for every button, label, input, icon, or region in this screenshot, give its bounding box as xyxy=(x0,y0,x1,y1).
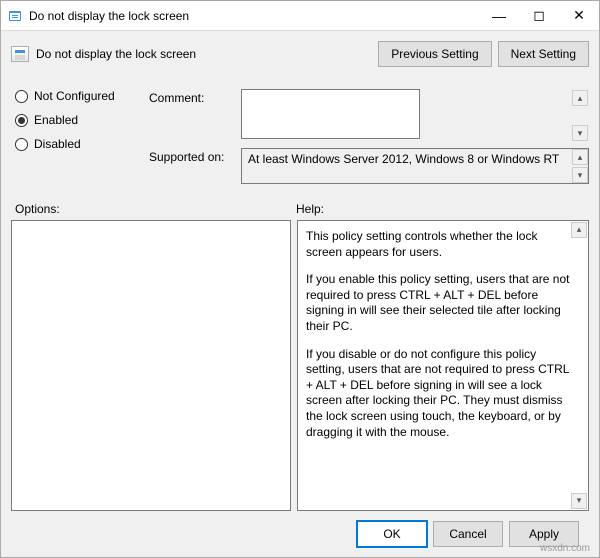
radio-label: Disabled xyxy=(34,137,81,151)
footer-buttons: OK Cancel Apply xyxy=(11,511,589,557)
app-icon xyxy=(7,8,23,24)
window-title: Do not display the lock screen xyxy=(29,9,479,23)
header-row: Do not display the lock screen Previous … xyxy=(11,41,589,67)
help-panel: This policy setting controls whether the… xyxy=(297,220,589,511)
scroll-down-icon[interactable]: ▾ xyxy=(572,125,588,141)
fields-column: Comment: ▴ ▾ Supported on: At least Wind… xyxy=(149,89,589,190)
maximize-button[interactable]: ◻ xyxy=(519,1,559,31)
help-label: Help: xyxy=(296,202,589,216)
radio-group: Not Configured Enabled Disabled xyxy=(11,89,141,190)
next-setting-button[interactable]: Next Setting xyxy=(498,41,589,67)
cancel-button[interactable]: Cancel xyxy=(433,521,503,547)
supported-on-value: At least Windows Server 2012, Windows 8 … xyxy=(241,148,589,184)
titlebar: Do not display the lock screen — ◻ ✕ xyxy=(1,1,599,31)
close-button[interactable]: ✕ xyxy=(559,1,599,31)
minimize-button[interactable]: — xyxy=(479,1,519,31)
help-paragraph: If you enable this policy setting, users… xyxy=(306,272,570,334)
radio-enabled[interactable]: Enabled xyxy=(15,113,141,127)
radio-icon xyxy=(15,114,28,127)
comment-label: Comment: xyxy=(149,89,241,105)
options-panel xyxy=(11,220,291,511)
previous-setting-button[interactable]: Previous Setting xyxy=(378,41,491,67)
ok-button[interactable]: OK xyxy=(357,521,427,547)
policy-icon xyxy=(11,46,29,62)
radio-not-configured[interactable]: Not Configured xyxy=(15,89,141,103)
radio-icon xyxy=(15,90,28,103)
section-labels: Options: Help: xyxy=(11,202,589,216)
help-paragraph: This policy setting controls whether the… xyxy=(306,229,570,260)
panels-row: This policy setting controls whether the… xyxy=(11,220,589,511)
radio-icon xyxy=(15,138,28,151)
radio-label: Enabled xyxy=(34,113,78,127)
apply-button[interactable]: Apply xyxy=(509,521,579,547)
options-label: Options: xyxy=(11,202,296,216)
help-paragraph: If you disable or do not configure this … xyxy=(306,347,570,441)
policy-title: Do not display the lock screen xyxy=(36,47,378,61)
dialog-window: Do not display the lock screen — ◻ ✕ Do … xyxy=(0,0,600,558)
comment-textarea[interactable] xyxy=(241,89,420,139)
scroll-up-icon[interactable]: ▴ xyxy=(571,222,587,238)
supported-on-label: Supported on: xyxy=(149,148,241,164)
scroll-down-icon[interactable]: ▾ xyxy=(572,167,588,183)
content-area: Do not display the lock screen Previous … xyxy=(1,31,599,557)
settings-row: Not Configured Enabled Disabled Comment:… xyxy=(11,89,589,190)
scroll-up-icon[interactable]: ▴ xyxy=(572,90,588,106)
radio-label: Not Configured xyxy=(34,89,115,103)
scroll-up-icon[interactable]: ▴ xyxy=(572,149,588,165)
scroll-down-icon[interactable]: ▾ xyxy=(571,493,587,509)
radio-disabled[interactable]: Disabled xyxy=(15,137,141,151)
